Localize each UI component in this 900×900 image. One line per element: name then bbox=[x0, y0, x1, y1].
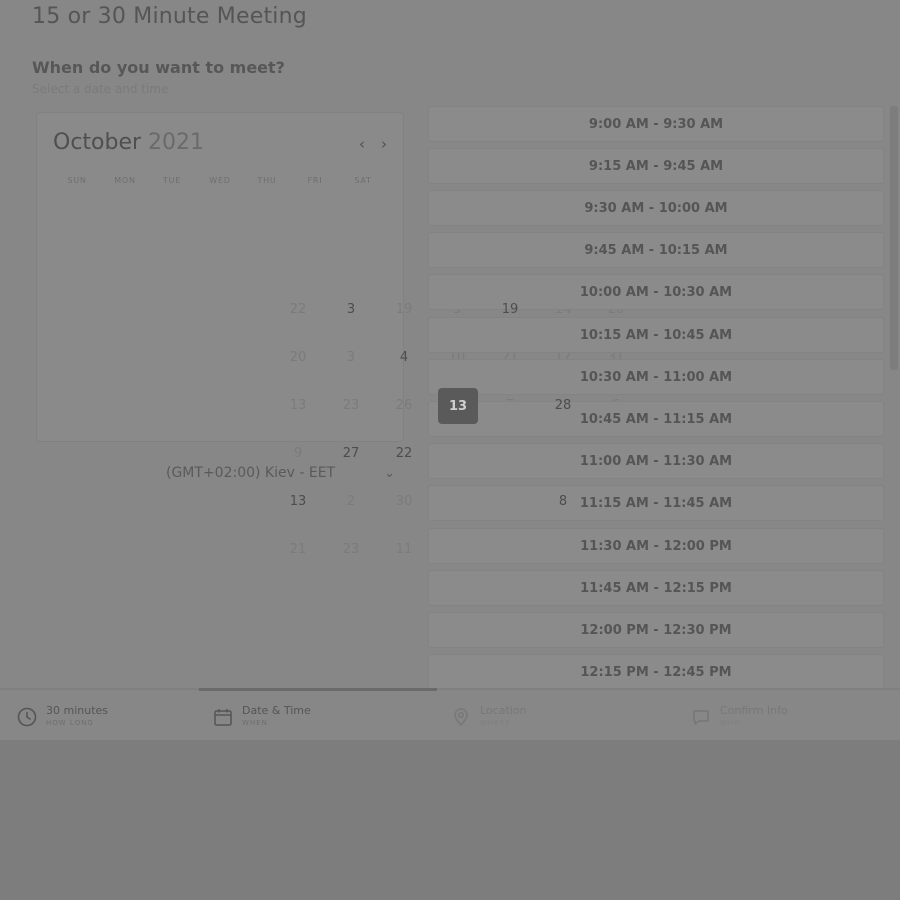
time-slot[interactable]: 12:00 PM - 12:30 PM bbox=[428, 612, 884, 648]
calendar-day[interactable]: 28 bbox=[543, 398, 583, 413]
time-slot[interactable]: 9:00 AM - 9:30 AM bbox=[428, 106, 884, 142]
location-pin-icon bbox=[454, 708, 468, 727]
time-slot[interactable]: 12:15 PM - 12:45 PM bbox=[428, 654, 884, 690]
time-slot[interactable]: 10:45 AM - 11:15 AM bbox=[428, 401, 884, 437]
time-slot[interactable]: 10:15 AM - 10:45 AM bbox=[428, 317, 884, 353]
time-slot[interactable]: 10:30 AM - 11:00 AM bbox=[428, 359, 884, 395]
time-slot[interactable]: 11:00 AM - 11:30 AM bbox=[428, 443, 884, 479]
step-title: Confirm Info bbox=[720, 704, 788, 717]
month-label: October bbox=[53, 130, 142, 155]
time-slot[interactable]: 11:45 AM - 12:15 PM bbox=[428, 570, 884, 606]
calendar-day-faint: 23 bbox=[342, 398, 360, 413]
step-location[interactable]: Location WHERE bbox=[450, 704, 610, 730]
calendar-day-faint: 22 bbox=[289, 302, 307, 317]
weekday-header: WED bbox=[209, 176, 231, 185]
page-title: 15 or 30 Minute Meeting bbox=[32, 4, 307, 29]
chevron-right-icon: › bbox=[381, 135, 387, 153]
calendar-day-faint: 26 bbox=[395, 398, 413, 413]
time-slot[interactable]: 9:15 AM - 9:45 AM bbox=[428, 148, 884, 184]
calendar-day-faint: 30 bbox=[395, 494, 413, 509]
calendar-day-faint: 20 bbox=[289, 350, 307, 365]
step-title: Location bbox=[480, 704, 527, 717]
calendar-day-faint: 21 bbox=[289, 542, 307, 557]
calendar-day[interactable]: 8 bbox=[543, 494, 583, 509]
month-year-label: October 2021 bbox=[53, 130, 204, 155]
booking-page: 15 or 30 Minute Meeting When do you want… bbox=[0, 0, 900, 740]
step-duration[interactable]: 30 minutes HOW LONG bbox=[16, 704, 176, 730]
calendar-day-faint: 23 bbox=[342, 542, 360, 557]
step-subtitle: WHERE bbox=[480, 719, 511, 727]
next-month-button[interactable]: › bbox=[376, 135, 392, 153]
calendar-day[interactable]: 13 bbox=[278, 494, 318, 509]
steps-progress-track bbox=[0, 688, 900, 690]
section-hint: Select a date and time bbox=[32, 82, 169, 96]
step-subtitle: WHEN bbox=[242, 719, 268, 727]
time-slot[interactable]: 11:30 AM - 12:00 PM bbox=[428, 528, 884, 564]
chat-icon bbox=[693, 710, 709, 725]
calendar-day[interactable]: 3 bbox=[331, 302, 371, 317]
calendar-day[interactable]: 19 bbox=[490, 302, 530, 317]
weekday-header: TUE bbox=[162, 176, 182, 185]
calendar-day-faint: 2 bbox=[346, 494, 356, 509]
step-date-time[interactable]: Date & Time WHEN bbox=[212, 704, 372, 730]
chevron-down-icon[interactable]: ⌄ bbox=[384, 466, 395, 481]
calendar-day[interactable]: 27 bbox=[331, 446, 371, 461]
weekday-header: MON bbox=[114, 176, 136, 185]
calendar-day-selected[interactable]: 13 bbox=[438, 388, 478, 424]
calendar-day-faint: 9 bbox=[293, 446, 303, 461]
time-slot[interactable]: 11:15 AM - 11:45 AM bbox=[428, 485, 884, 521]
weekday-header: SAT bbox=[354, 176, 372, 185]
section-question: When do you want to meet? bbox=[32, 58, 285, 77]
previous-month-button[interactable]: ‹ bbox=[354, 135, 370, 153]
calendar-day-faint: 3 bbox=[346, 350, 356, 365]
calendar-icon bbox=[214, 709, 232, 726]
weekday-header: THU bbox=[257, 176, 277, 185]
time-slot[interactable]: 9:30 AM - 10:00 AM bbox=[428, 190, 884, 226]
clock-icon bbox=[17, 707, 37, 727]
step-title: 30 minutes bbox=[46, 704, 109, 717]
calendar-day[interactable]: 4 bbox=[384, 350, 424, 365]
calendar-day[interactable]: 22 bbox=[384, 446, 424, 461]
page-backdrop bbox=[0, 740, 900, 900]
weekday-header: FRI bbox=[307, 176, 323, 185]
step-subtitle: WHO bbox=[720, 719, 741, 727]
chevron-left-icon: ‹ bbox=[359, 135, 365, 153]
calendar-day-faint: 19 bbox=[395, 302, 413, 317]
weekday-header: SUN bbox=[67, 176, 87, 185]
step-subtitle: HOW LONG bbox=[46, 719, 94, 727]
time-slot-scrollbar[interactable] bbox=[890, 106, 898, 370]
calendar-day-faint: 11 bbox=[395, 542, 413, 557]
year-label: 2021 bbox=[148, 130, 205, 155]
calendar-day-faint: 13 bbox=[289, 398, 307, 413]
time-slot[interactable]: 9:45 AM - 10:15 AM bbox=[428, 232, 884, 268]
timezone-select[interactable]: (GMT+02:00) Kiev - EET bbox=[166, 465, 335, 481]
step-confirm-info[interactable]: Confirm Info WHO bbox=[690, 704, 860, 730]
steps-progress-fill bbox=[199, 688, 437, 691]
calendar-panel bbox=[36, 112, 404, 442]
step-title: Date & Time bbox=[242, 704, 311, 717]
